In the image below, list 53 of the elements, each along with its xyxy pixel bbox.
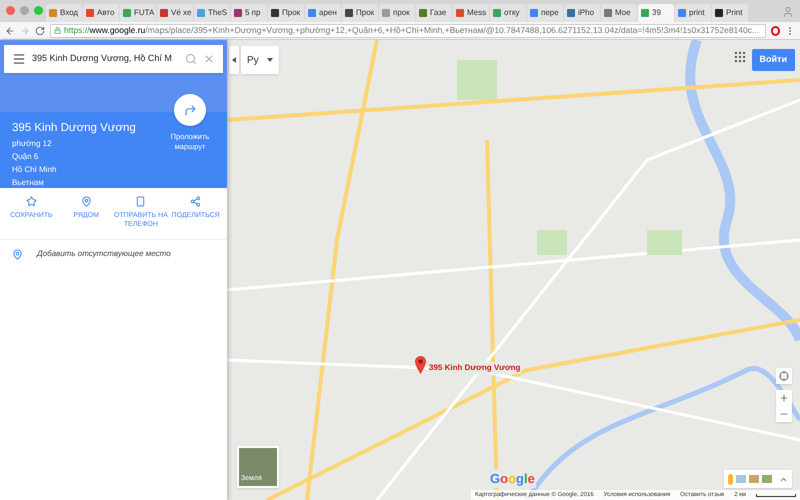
tab-title: TheS (208, 7, 228, 19)
browser-tab[interactable]: пере (527, 4, 563, 22)
tab-title: 5 пр (245, 7, 260, 19)
tab-title: арен (319, 7, 337, 19)
browser-tab[interactable]: 39 (638, 4, 674, 22)
tab-title: 39 (652, 7, 661, 19)
tab-title: пере (541, 7, 559, 19)
tab-title: Прок (356, 7, 374, 19)
address-field[interactable]: https://www.google.ru/maps/place/395+Kinh+Dương+Vương,+phường+12,+Quận+6,+Hồ+Chí+Minh,+Вьетнам/@10.7847488,106.6271152,13.04z/data=!4m5!3m4!1s0x31752e8140c... (50, 24, 766, 38)
tab-title: print (689, 7, 705, 19)
tab-title: прок (393, 7, 410, 19)
browser-tab[interactable]: отку (490, 4, 526, 22)
browser-tab[interactable]: Вход (46, 4, 82, 22)
tab-title: Вход (60, 7, 78, 19)
browser-tab[interactable]: прок (379, 4, 415, 22)
browser-tab[interactable]: FUTA (120, 4, 156, 22)
search-value: 395 Kinh Dương Vương, Hồ Chí M (32, 52, 173, 66)
google-logo: Google (489, 468, 536, 488)
tab-title: FUTA (134, 7, 154, 19)
tab-title: Vé xe (171, 7, 192, 19)
add-place-label: Добавить отсутствующее место (37, 248, 171, 260)
place-name: 395 Kinh Dương Vương (12, 121, 137, 136)
address-line: phường 12 (12, 138, 53, 150)
tab-title: Print (726, 7, 742, 19)
browser-tab[interactable]: iPho (564, 4, 600, 22)
browser-tab[interactable]: арен (305, 4, 341, 22)
language-select[interactable]: Ру (241, 46, 279, 74)
url-text: https://www.google.ru/maps/place/395+Kinh+Dương+Vương,+phường+12,+Quận+6,+Hồ+Chí+Minh,+Вьетнам/@10.7847488,106.6271152,13.04z/data=!4m5!3m4!1s0x31752e8140c... (64, 24, 760, 36)
add-place-row[interactable]: Добавить отсутствующее место (0, 240, 227, 268)
browser-tab[interactable]: Прок (268, 4, 304, 22)
browser-tab[interactable]: TheS (194, 4, 230, 22)
tab-title: iPho (578, 7, 594, 19)
address-line: Hồ Chí Minh (12, 164, 58, 176)
browser-tab[interactable]: Print (712, 4, 748, 22)
browser-tab[interactable]: Авто (83, 4, 119, 22)
browser-tab[interactable]: Прок (342, 4, 378, 22)
marker-label: 395 Kinh Dương Vương (428, 362, 522, 374)
browser-tab[interactable]: Vé xe (157, 4, 193, 22)
browser-tab[interactable]: Газе (416, 4, 452, 22)
tab-title: отку (504, 7, 520, 19)
tab-title: Прок (282, 7, 300, 19)
tab-title: Moe (615, 7, 631, 19)
browser-tab[interactable]: 5 пр (231, 4, 267, 22)
tab-title: Газе (430, 7, 446, 19)
search-field[interactable]: 395 Kinh Dương Vương, Hồ Chí M (4, 45, 223, 73)
tab-title: Авто (97, 7, 114, 19)
browser-tab[interactable]: print (675, 4, 711, 22)
browser-tab[interactable]: Moe (601, 4, 637, 22)
tab-title: Mess (467, 7, 486, 19)
address-line: Quận 6 (12, 151, 40, 164)
address-line: Вьетнам (12, 177, 45, 190)
sign-in-button[interactable]: Войти (752, 49, 795, 70)
browser-tab[interactable]: Mess (453, 4, 489, 22)
